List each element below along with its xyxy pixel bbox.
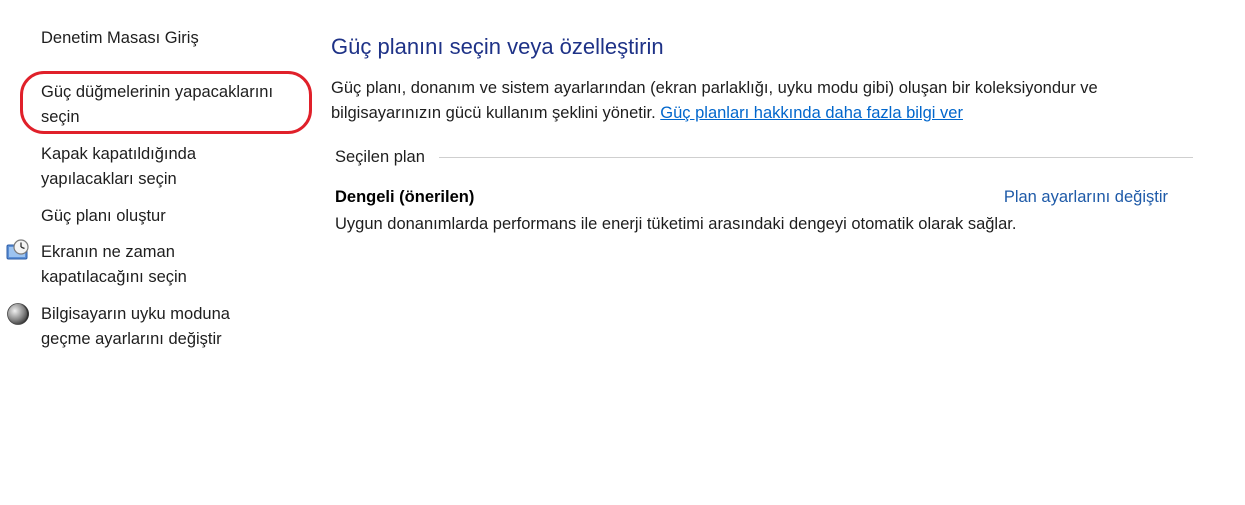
selected-plan-group: Seçilen plan — [335, 148, 1193, 170]
plan-description: Uygun donanımlarda performans ile enerji… — [335, 215, 1017, 233]
learn-more-link[interactable]: Güç planları hakkında daha fazla bilgi v… — [660, 104, 963, 122]
nav-link-sleep-line2: geçme ayarlarını değiştir — [41, 330, 222, 348]
nav-link-lid-close[interactable]: Kapak kapatıldığında yapılacakları seçin — [41, 142, 196, 192]
nav-link-power-buttons-line1: Güç düğmelerinin yapacaklarını — [41, 83, 274, 101]
nav-link-lid-line2: yapılacakları seçin — [41, 170, 177, 188]
nav-link-power-buttons-line2: seçin — [41, 108, 80, 126]
plan-name: Dengeli (önerilen) — [335, 188, 475, 206]
left-navigation-pane: Denetim Masası Giriş Güç düğmelerinin ya… — [0, 0, 320, 505]
page-description: Güç planı, donanım ve sistem ayarlarında… — [331, 76, 1191, 126]
nav-link-sleep-settings[interactable]: Bilgisayarın uyku moduna geçme ayarların… — [41, 302, 230, 352]
nav-link-create-plan[interactable]: Güç planı oluştur — [41, 204, 166, 229]
main-content: Güç planını seçin veya özelleştirin Güç … — [331, 0, 1245, 505]
nav-link-display-off[interactable]: Ekranın ne zaman kapatılacağını seçin — [41, 240, 187, 290]
nav-link-lid-line1: Kapak kapatıldığında — [41, 145, 197, 163]
clock-display-icon — [6, 239, 30, 263]
nav-link-sleep-line1: Bilgisayarın uyku moduna — [41, 305, 230, 323]
moon-sleep-icon — [6, 302, 30, 326]
group-divider — [439, 157, 1193, 158]
selected-plan-label: Seçilen plan — [335, 148, 431, 167]
nav-link-display-line2: kapatılacağını seçin — [41, 268, 187, 286]
nav-link-control-panel-home[interactable]: Denetim Masası Giriş — [41, 26, 199, 51]
nav-link-power-buttons[interactable]: Güç düğmelerinin yapacaklarını seçin — [41, 80, 273, 130]
nav-link-display-line1: Ekranın ne zaman — [41, 243, 175, 261]
change-plan-settings-link[interactable]: Plan ayarlarını değiştir — [1004, 188, 1168, 207]
page-title: Güç planını seçin veya özelleştirin — [331, 34, 664, 59]
power-options-page: Denetim Masası Giriş Güç düğmelerinin ya… — [0, 0, 1245, 505]
